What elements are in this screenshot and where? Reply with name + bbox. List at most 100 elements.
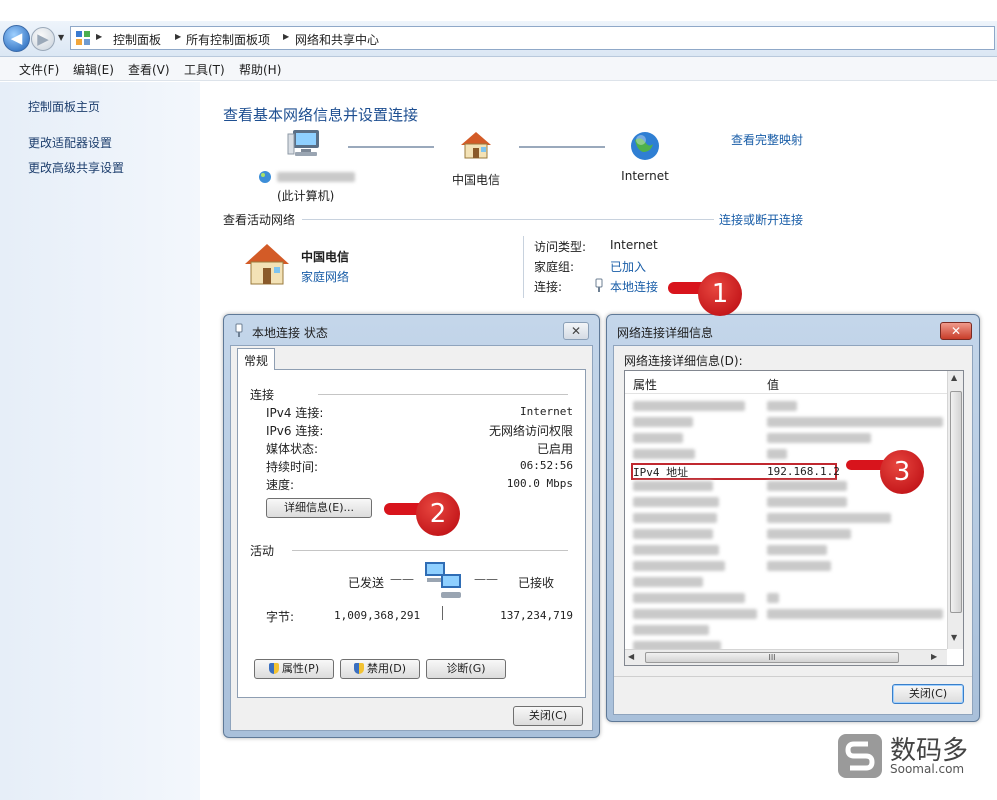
back-arrow-icon: ◀ <box>10 29 23 47</box>
details-list-caption: 网络连接详细信息(D): <box>624 354 743 368</box>
recent-pages-dropdown-icon[interactable]: ▼ <box>58 33 64 42</box>
forward-button[interactable]: ▶ <box>31 27 55 51</box>
redacted-property <box>633 497 719 507</box>
column-header-value[interactable]: 值 <box>767 376 779 393</box>
scroll-left-icon[interactable]: ◀ <box>628 652 634 661</box>
connection-status-dialog: 本地连接 状态 ✕ 常规 连接 IPv4 连接: Internet IPv6 连… <box>223 314 600 738</box>
breadcrumb-separator-icon[interactable]: ▶ <box>283 32 289 41</box>
sent-label: 已发送 <box>348 576 385 590</box>
tab-pane: 连接 IPv4 连接: Internet IPv6 连接: 无网络访问权限 媒体… <box>237 369 586 698</box>
redacted-property <box>633 577 703 587</box>
full-map-link[interactable]: 查看完整映射 <box>731 131 803 148</box>
menu-tools[interactable]: 工具(T) <box>184 61 225 78</box>
bytes-received-value: 137,234,719 <box>500 609 573 622</box>
menu-view[interactable]: 查看(V) <box>128 61 170 78</box>
network-type-link[interactable]: 家庭网络 <box>301 268 349 285</box>
redacted-value <box>767 417 943 427</box>
divider <box>442 606 443 620</box>
map-isp[interactable]: 中国电信 <box>448 130 504 188</box>
task-pane: 控制面板主页 更改适配器设置 更改高级共享设置 <box>0 82 200 800</box>
uac-shield-icon <box>268 663 279 674</box>
scroll-down-icon[interactable]: ▼ <box>951 633 957 642</box>
divider <box>614 676 972 677</box>
map-computer[interactable] <box>270 128 340 161</box>
homegroup-label: 家庭组: <box>534 260 575 274</box>
address-bar: ◀ ▶ ▼ ▶ 控制面板 ▶ 所有控制面板项 ▶ 网络和共享中心 <box>0 21 997 57</box>
redacted-computer-name <box>277 172 355 182</box>
bytes-sent-value: 1,009,368,291 <box>334 609 421 622</box>
close-x-button[interactable]: ✕ <box>563 322 589 340</box>
redacted-property <box>633 401 745 411</box>
bytes-label: 字节: <box>266 610 295 624</box>
redacted-value <box>767 513 891 523</box>
callout-badge-1: 1 <box>698 272 742 316</box>
breadcrumb-separator-icon[interactable]: ▶ <box>175 32 181 41</box>
close-button[interactable]: 关闭(C) <box>513 706 583 726</box>
details-button[interactable]: 详细信息(E)... <box>266 498 372 518</box>
sidebar-item-adapter-settings[interactable]: 更改适配器设置 <box>28 134 112 151</box>
redacted-property <box>633 417 693 427</box>
menu-bar: 文件(F) 编辑(E) 查看(V) 工具(T) 帮助(H) <box>0 57 997 81</box>
redacted-value <box>767 481 847 491</box>
scroll-right-icon[interactable]: ▶ <box>931 652 937 661</box>
redacted-property <box>633 545 719 555</box>
map-internet[interactable]: Internet <box>615 130 675 183</box>
forward-arrow-icon: ▶ <box>37 30 49 48</box>
menu-file[interactable]: 文件(F) <box>19 61 59 78</box>
redacted-value <box>767 449 787 459</box>
menu-help[interactable]: 帮助(H) <box>239 61 281 78</box>
uac-shield-icon <box>353 663 364 674</box>
sidebar-item-control-panel-home[interactable]: 控制面板主页 <box>28 98 100 115</box>
back-button[interactable]: ◀ <box>3 25 30 52</box>
redacted-value <box>767 609 943 619</box>
address-field[interactable]: ▶ 控制面板 ▶ 所有控制面板项 ▶ 网络和共享中心 <box>70 26 995 50</box>
breadcrumb-network-center[interactable]: 网络和共享中心 <box>295 31 379 48</box>
redacted-property <box>633 433 683 443</box>
redacted-value <box>767 545 827 555</box>
tab-general[interactable]: 常规 <box>237 348 276 370</box>
close-button[interactable]: 关闭(C) <box>892 684 964 704</box>
divider <box>318 394 568 395</box>
globe-icon <box>631 132 659 160</box>
close-x-button[interactable]: ✕ <box>940 322 972 340</box>
redacted-property <box>633 529 713 539</box>
received-label: 已接收 <box>518 576 555 590</box>
dialog-body: 网络连接详细信息(D): 属性 值 IPv4 地址 192.168.1.2 ▲ … <box>613 345 973 715</box>
details-list[interactable]: 属性 值 IPv4 地址 192.168.1.2 ▲ ▼ ◀ III ▶ <box>624 370 964 666</box>
properties-button[interactable]: 属性(P) <box>254 659 334 679</box>
scroll-up-icon[interactable]: ▲ <box>951 373 957 382</box>
redacted-value <box>767 529 851 539</box>
local-connection-link[interactable]: 本地连接 <box>610 278 658 295</box>
sidebar-item-advanced-sharing[interactable]: 更改高级共享设置 <box>28 159 124 176</box>
disable-button-label: 禁用(D) <box>366 662 407 675</box>
diagnose-button[interactable]: 诊断(G) <box>426 659 506 679</box>
divider <box>292 550 568 551</box>
breadcrumb-control-panel[interactable]: 控制面板 <box>113 31 161 48</box>
access-type-value: Internet <box>610 238 658 252</box>
control-panel-icon <box>76 31 90 45</box>
vertical-scroll-thumb[interactable] <box>950 391 962 613</box>
sent-dash-icon: —— <box>390 572 414 586</box>
map-link-line <box>348 146 434 148</box>
connect-disconnect-link[interactable]: 连接或断开连接 <box>719 211 803 228</box>
ipv6-connectivity-value: 无网络访问权限 <box>488 424 573 438</box>
menu-edit[interactable]: 编辑(E) <box>73 61 114 78</box>
house-icon <box>461 132 491 159</box>
access-type-label: 访问类型: <box>534 240 587 254</box>
ethernet-connection-icon <box>235 323 243 337</box>
isp-label: 中国电信 <box>451 173 500 187</box>
redacted-property <box>633 481 713 491</box>
column-header-property[interactable]: 属性 <box>633 376 657 393</box>
redacted-value <box>767 561 831 571</box>
soomal-logo-icon <box>838 734 882 778</box>
divider <box>523 236 524 298</box>
horizontal-scrollbar[interactable]: ◀ III ▶ <box>625 649 947 665</box>
vertical-scrollbar[interactable]: ▲ ▼ <box>947 371 963 649</box>
redacted-property <box>633 513 717 523</box>
duration-label: 持续时间: <box>266 460 319 474</box>
breadcrumb-all-items[interactable]: 所有控制面板项 <box>186 31 270 48</box>
breadcrumb-separator-icon[interactable]: ▶ <box>96 32 102 41</box>
horizontal-scroll-thumb[interactable]: III <box>645 652 899 663</box>
homegroup-link[interactable]: 已加入 <box>610 258 646 275</box>
disable-button[interactable]: 禁用(D) <box>340 659 420 679</box>
